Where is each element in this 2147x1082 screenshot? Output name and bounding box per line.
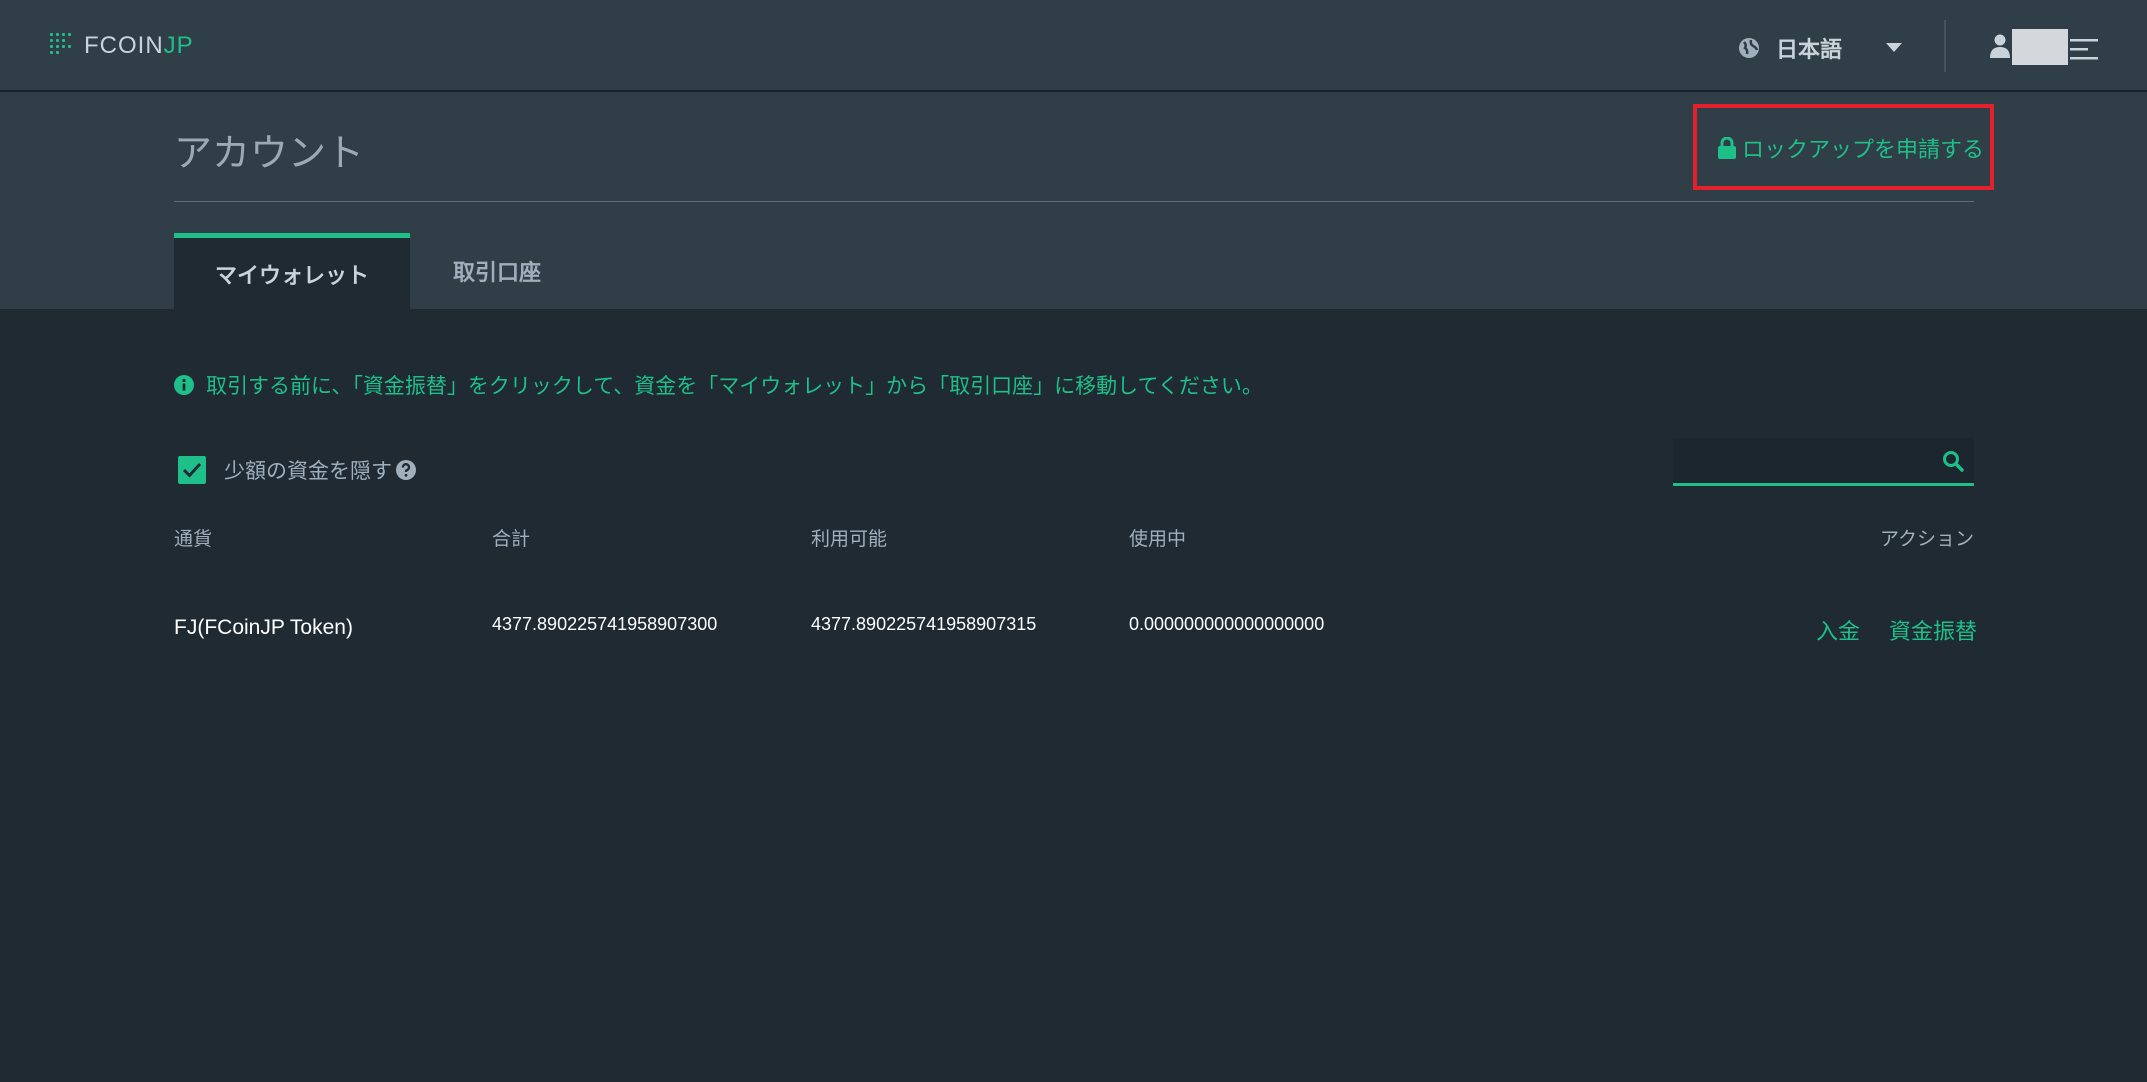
info-icon: [174, 375, 194, 395]
cell-currency: FJ(FCoinJP Token): [174, 616, 353, 639]
column-header-in-use: 使用中: [1129, 528, 1187, 550]
apply-lockup-link[interactable]: ロックアップを申請する: [1718, 132, 1984, 164]
check-icon: [182, 462, 202, 478]
logo[interactable]: FCOINJP: [50, 32, 194, 60]
cell-in-use: 0.000000000000000000: [1129, 614, 1325, 634]
column-header-total: 合計: [492, 528, 531, 550]
lock-icon: [1718, 137, 1736, 159]
help-icon[interactable]: [396, 460, 416, 480]
user-icon[interactable]: [1990, 34, 2010, 58]
header-divider: [174, 201, 1974, 202]
deposit-link[interactable]: 入金: [1816, 614, 1860, 646]
language-selector[interactable]: 日本語: [1738, 30, 1903, 66]
currency-search: [1673, 438, 1974, 486]
transfer-notice: 取引する前に、「資金振替」をクリックして、資金を「マイウォレット」から「取引口座…: [174, 370, 1263, 400]
search-input[interactable]: [1673, 438, 1933, 483]
fund-transfer-link[interactable]: 資金振替: [1889, 614, 1977, 646]
tab-my-wallet-label: マイウォレット: [214, 263, 369, 289]
column-header-actions: アクション: [1879, 528, 1974, 550]
page-title: アカウント: [174, 131, 365, 175]
cell-total: 4377.890225741958907300: [492, 614, 718, 634]
top-navbar: FCOINJP 日本語: [0, 0, 2147, 92]
cell-available: 4377.890225741958907315: [811, 614, 1037, 634]
tab-trading-account[interactable]: 取引口座: [410, 233, 584, 309]
logo-dots-icon: [50, 33, 76, 59]
search-icon[interactable]: [1942, 450, 1964, 472]
user-name-redacted[interactable]: [2012, 29, 2068, 65]
logo-accent-text: JP: [163, 32, 194, 59]
caret-down-icon: [1886, 43, 1903, 52]
transfer-notice-text: 取引する前に、「資金振替」をクリックして、資金を「マイウォレット」から「取引口座…: [206, 374, 1263, 398]
column-header-currency: 通貨: [174, 528, 213, 550]
column-header-available: 利用可能: [811, 528, 888, 550]
navbar-divider: [1944, 20, 1946, 72]
logo-main-text: FCOIN: [84, 32, 164, 59]
apply-lockup-label: ロックアップを申請する: [1742, 138, 1985, 163]
hide-small-label: 少額の資金を隠す: [224, 459, 392, 483]
tab-my-wallet[interactable]: マイウォレット: [174, 233, 410, 309]
globe-icon: [1739, 38, 1759, 58]
language-label: 日本語: [1776, 38, 1843, 63]
menu-icon[interactable]: [2070, 37, 2100, 61]
logo-text: FCOINJP: [84, 32, 194, 60]
tab-trading-account-label: 取引口座: [452, 261, 541, 286]
hide-small-checkbox[interactable]: [178, 456, 206, 484]
hide-small-balances-toggle[interactable]: 少額の資金を隠す: [178, 455, 416, 485]
